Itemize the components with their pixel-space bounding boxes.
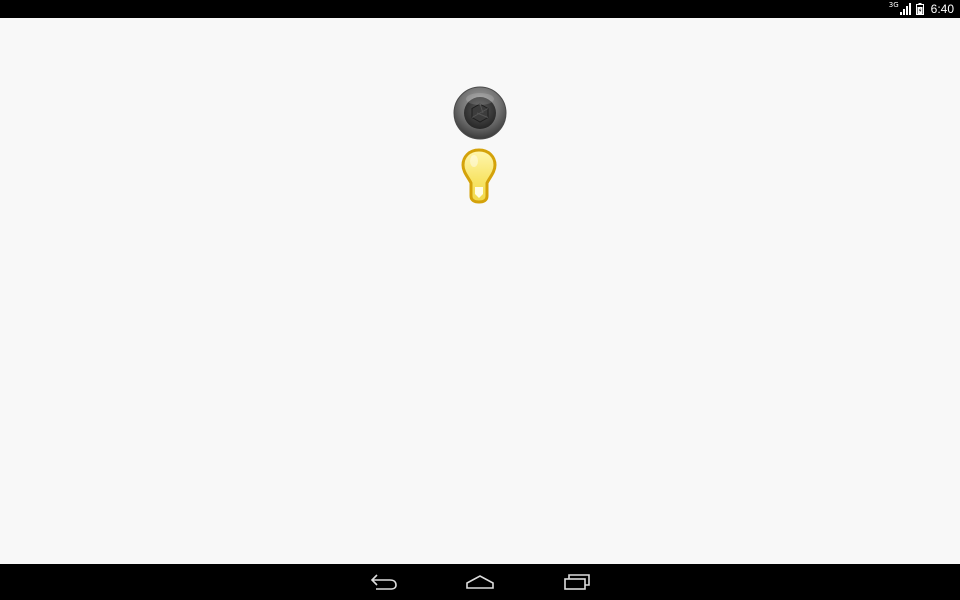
lightbulb-icon (461, 148, 497, 204)
status-icons: 3G 6:40 (889, 0, 954, 18)
status-clock: 6:40 (930, 2, 954, 16)
camera-aperture-icon (453, 86, 507, 140)
recents-icon (564, 574, 590, 590)
camera-shutter-button[interactable] (453, 86, 507, 140)
back-icon (370, 574, 397, 590)
flashlight-button[interactable] (460, 148, 498, 204)
back-button[interactable] (354, 564, 414, 600)
home-icon (466, 575, 494, 589)
home-button[interactable] (450, 564, 510, 600)
recents-button[interactable] (547, 564, 607, 600)
network-type-label: 3G (888, 0, 899, 9)
main-content (0, 18, 960, 564)
battery-icon (915, 0, 924, 19)
navigation-bar (0, 564, 960, 600)
signal-icon (899, 0, 912, 19)
status-bar: 3G 6:40 (0, 0, 960, 18)
